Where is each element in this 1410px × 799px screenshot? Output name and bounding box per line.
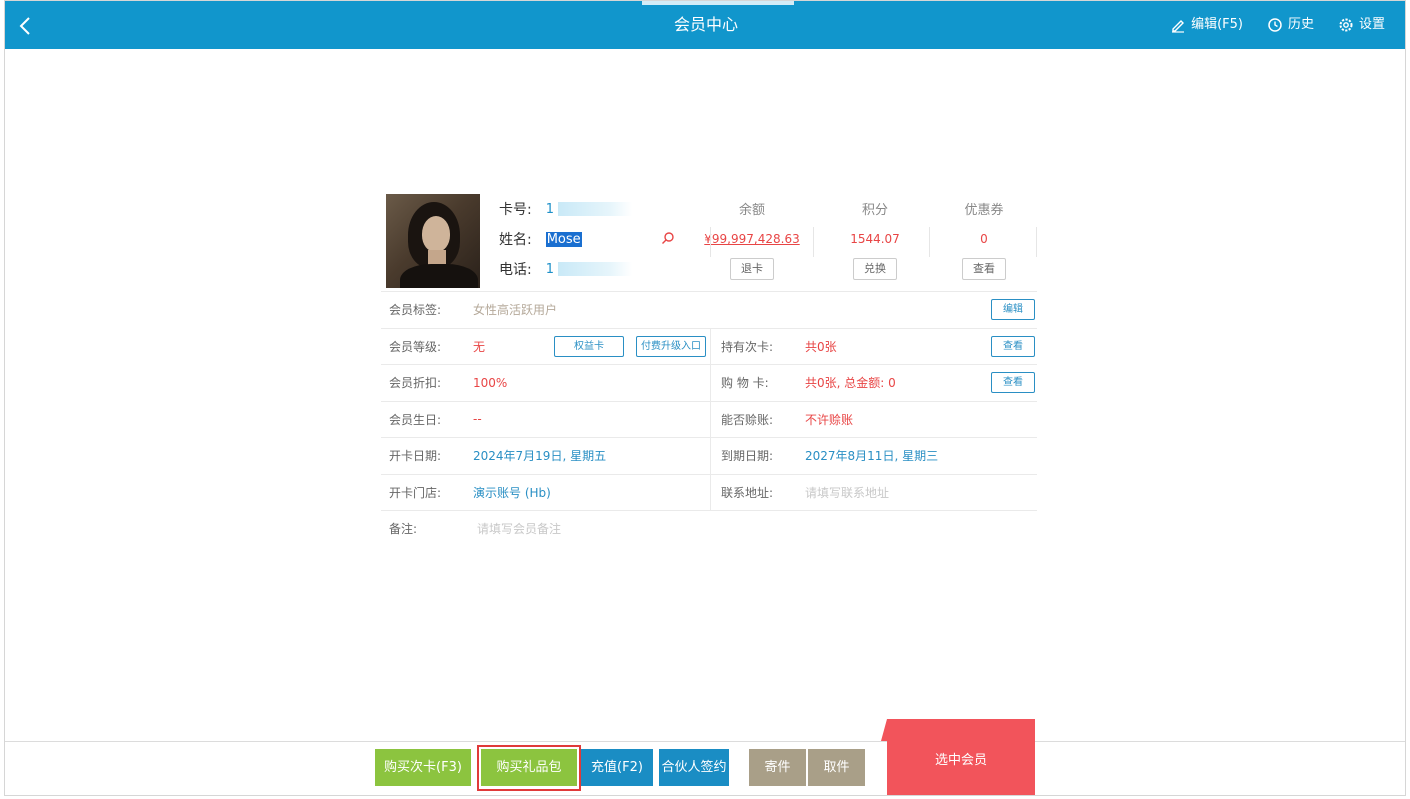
- level-value: 无: [473, 339, 486, 354]
- back-button[interactable]: [13, 13, 39, 39]
- chevron-left-icon: [19, 17, 30, 35]
- coupon-stat: 优惠券 0 查看: [933, 199, 1035, 280]
- rights-card-button[interactable]: 权益卡: [554, 335, 624, 357]
- shopping-card-label: 购 物 卡:: [721, 376, 769, 391]
- open-date-value: 2024年7月19日, 星期五: [473, 449, 607, 464]
- card-number-value: 1: [546, 202, 632, 217]
- times-card-value: 共0张: [805, 339, 837, 354]
- select-member-button[interactable]: 选中会员: [881, 719, 1035, 795]
- open-date-label: 开卡日期:: [389, 449, 442, 464]
- phone-label: 电话:: [499, 262, 532, 278]
- view-shopping-card-button[interactable]: 查看: [991, 372, 1035, 394]
- top-actions: 编辑(F5) 历史 设置: [1170, 16, 1385, 34]
- bottom-action-bar: 购买次卡(F3) 购买礼品包 充值(F2) 合伙人签约 寄件 取件: [5, 741, 1405, 795]
- card-number-label: 卡号:: [499, 202, 532, 218]
- refund-card-button[interactable]: 退卡: [730, 258, 774, 280]
- edit-label: 编辑(F5): [1191, 17, 1243, 32]
- shopping-card-value: 共0张, 总金额: 0: [805, 376, 896, 391]
- discount-row: 会员折扣: 100% 购 物 卡: 共0张, 总金额: 0 查看: [381, 364, 1037, 401]
- buy-gift-pack-button[interactable]: 购买礼品包: [481, 749, 577, 786]
- name-row: 姓名: Mose: [499, 229, 582, 249]
- note-input[interactable]: 请填写会员备注: [477, 520, 561, 537]
- partner-sign-button[interactable]: 合伙人签约: [659, 749, 729, 786]
- name-label: 姓名:: [499, 232, 532, 248]
- points-value: 1544.07: [850, 232, 900, 246]
- address-label: 联系地址:: [721, 485, 774, 500]
- title-accent: [642, 1, 794, 5]
- store-row: 开卡门店: 演示账号 (Hb) 联系地址: 请填写联系地址: [381, 473, 1037, 510]
- top-bar: 会员中心 编辑(F5) 历史 设置: [5, 1, 1405, 49]
- address-input[interactable]: 请填写联系地址: [805, 484, 889, 501]
- settings-button[interactable]: 设置: [1338, 16, 1385, 34]
- store-value: 演示账号 (Hb): [473, 485, 551, 500]
- name-value[interactable]: Mose: [545, 231, 582, 247]
- deposit-button[interactable]: 寄件: [749, 749, 806, 786]
- phone-row: 电话: 1: [499, 259, 632, 279]
- birthday-value: --: [473, 412, 482, 427]
- credit-label: 能否赊账:: [721, 412, 774, 427]
- phone-value: 1: [546, 262, 632, 277]
- view-coupons-button[interactable]: 查看: [962, 258, 1006, 280]
- points-stat: 积分 1544.07 兑换: [824, 199, 926, 280]
- edit-tag-button[interactable]: 编辑: [991, 299, 1035, 321]
- recharge-button[interactable]: 充值(F2): [581, 749, 653, 786]
- select-member-label: 选中会员: [934, 753, 987, 768]
- paid-upgrade-button[interactable]: 付费升级入口: [636, 335, 706, 357]
- expire-date-label: 到期日期:: [721, 449, 774, 464]
- edit-button[interactable]: 编辑(F5): [1170, 16, 1243, 34]
- gear-icon: [1339, 18, 1353, 32]
- redeem-button[interactable]: 兑换: [853, 258, 897, 280]
- balance-label: 余额: [738, 203, 765, 218]
- coupon-value: 0: [980, 232, 988, 246]
- dates-row: 开卡日期: 2024年7月19日, 星期五 到期日期: 2027年8月11日, …: [381, 437, 1037, 474]
- tag-value: 女性高活跃用户: [473, 303, 558, 318]
- history-button[interactable]: 历史: [1267, 16, 1314, 34]
- search-icon[interactable]: [661, 230, 675, 249]
- app-window: 会员中心 编辑(F5) 历史 设置 卡号: 1 姓名: Mose 电话: 1 余…: [4, 0, 1406, 796]
- pencil-icon: [1172, 20, 1185, 33]
- discount-label: 会员折扣:: [389, 376, 442, 391]
- store-label: 开卡门店:: [389, 485, 442, 500]
- buy-times-card-button[interactable]: 购买次卡(F3): [375, 749, 471, 786]
- points-label: 积分: [861, 203, 888, 218]
- history-icon: [1268, 18, 1282, 32]
- level-label: 会员等级:: [389, 339, 442, 354]
- card-number-row: 卡号: 1: [499, 199, 632, 219]
- coupon-label: 优惠券: [964, 203, 1004, 218]
- tag-row: 会员标签: 女性高活跃用户 编辑: [381, 291, 1037, 328]
- detail-table: 会员标签: 女性高活跃用户 编辑 会员等级: 无 权益卡 付费升级入口 持有次卡…: [381, 291, 1037, 547]
- settings-label: 设置: [1358, 17, 1385, 32]
- balance-value[interactable]: ¥99,997,428.63: [701, 232, 803, 246]
- balance-stat: 余额 ¥99,997,428.63 退卡: [701, 199, 803, 280]
- avatar: [386, 194, 480, 288]
- note-label: 备注:: [389, 522, 418, 537]
- times-card-label: 持有次卡:: [721, 339, 774, 354]
- view-times-card-button[interactable]: 查看: [991, 335, 1035, 357]
- birthday-label: 会员生日:: [389, 412, 442, 427]
- credit-value: 不许赊账: [805, 412, 854, 427]
- tag-label: 会员标签:: [389, 303, 442, 318]
- pickup-button[interactable]: 取件: [808, 749, 865, 786]
- note-row: 备注: 请填写会员备注: [381, 510, 1037, 547]
- history-label: 历史: [1287, 17, 1314, 32]
- level-row: 会员等级: 无 权益卡 付费升级入口 持有次卡: 共0张 查看: [381, 327, 1037, 364]
- birthday-row: 会员生日: -- 能否赊账: 不许赊账: [381, 400, 1037, 437]
- discount-value: 100%: [473, 375, 508, 390]
- expire-date-value[interactable]: 2027年8月11日, 星期三: [805, 447, 938, 464]
